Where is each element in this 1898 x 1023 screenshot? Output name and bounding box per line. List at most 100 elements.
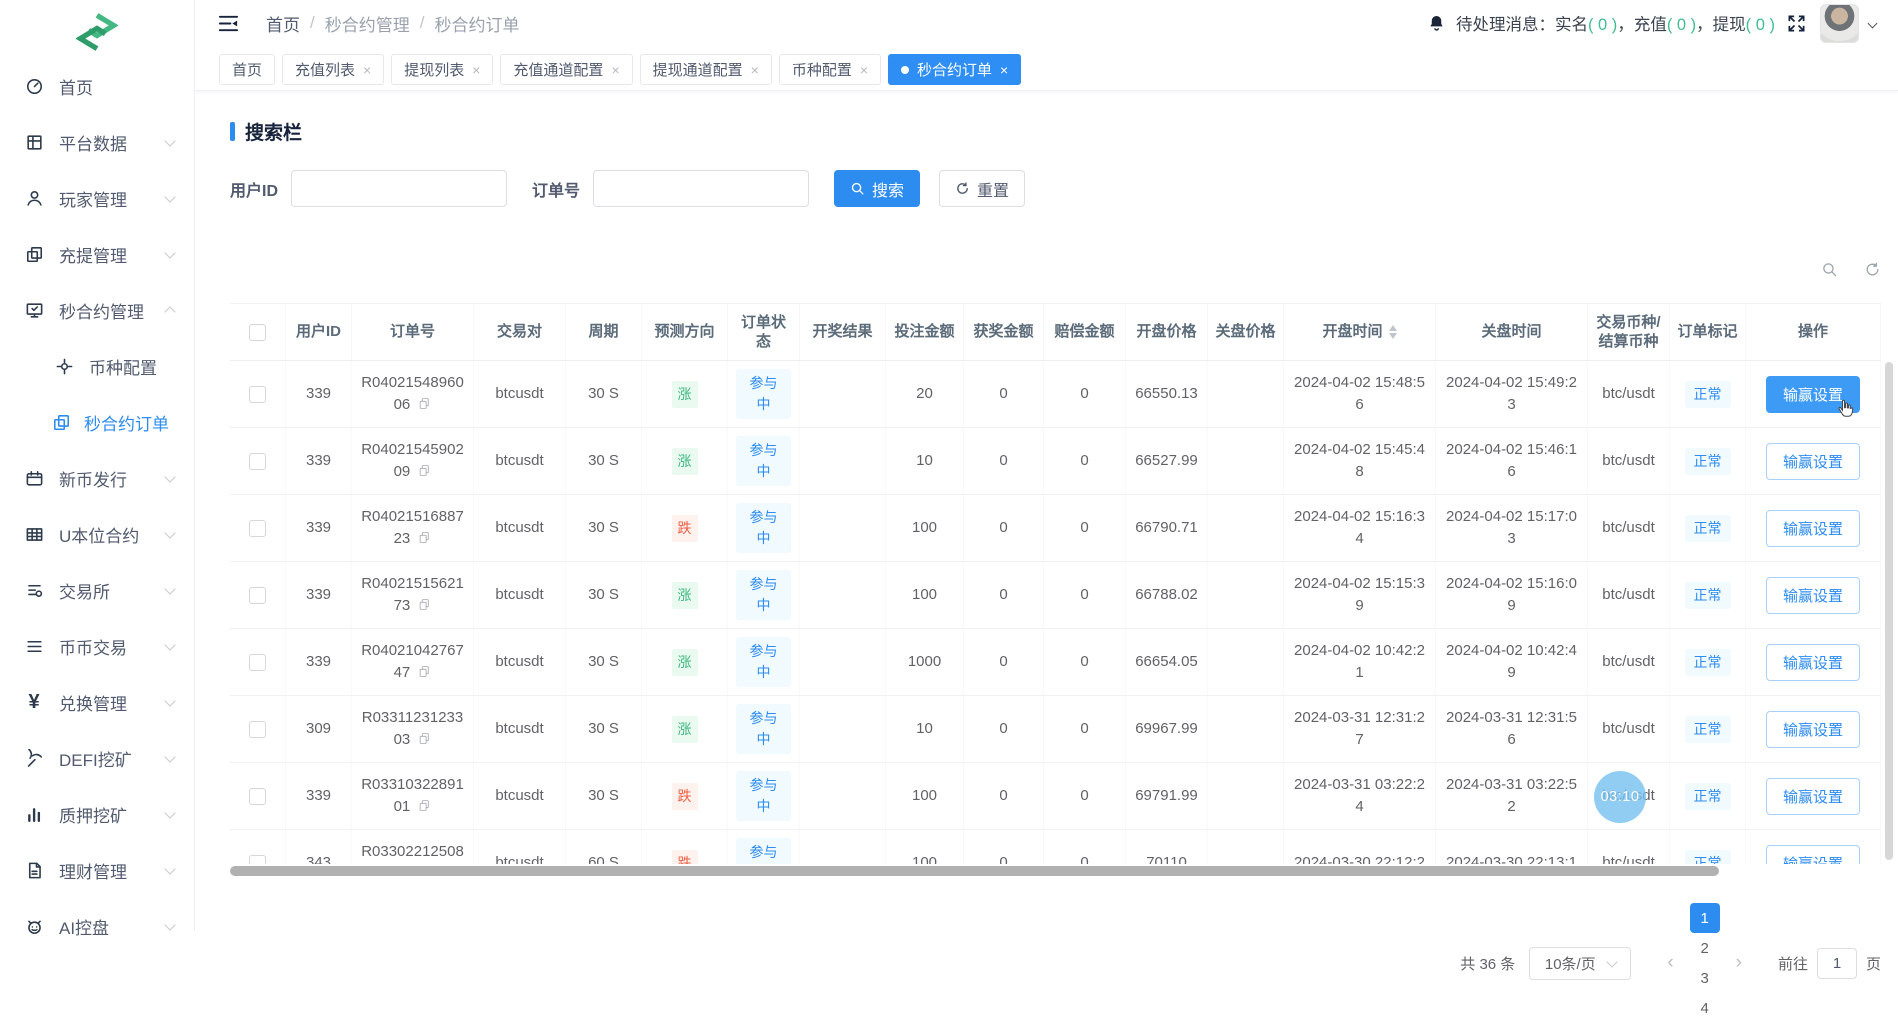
goto-page-input[interactable] <box>1817 948 1857 979</box>
direction-cell: 涨 <box>642 696 728 762</box>
action-cell: 输赢设置 <box>1746 428 1881 494</box>
page-size-select[interactable]: 10条/页 <box>1529 947 1631 980</box>
bet-amount-cell: 100 <box>886 562 964 628</box>
copy-icon[interactable] <box>418 598 431 611</box>
tab-提现通道配置[interactable]: 提现通道配置 × <box>640 54 772 85</box>
table-header-row: 用户ID订单号交易对周期预测方向订单状态开奖结果投注金额获奖金额赔偿金额开盘价格… <box>230 304 1881 361</box>
sidebar-item-ai-control[interactable]: AI控盘 <box>0 898 194 954</box>
tab-秒合约订单[interactable]: 秒合约订单 × <box>888 54 1021 85</box>
bet-amount-cell: 10 <box>886 696 964 762</box>
sidebar-item-platform-data[interactable]: 平台数据 <box>0 114 194 170</box>
prev-page-button[interactable]: ‹ <box>1657 952 1683 974</box>
win-lose-settings-button[interactable]: 输赢设置 <box>1766 778 1860 815</box>
next-page-button[interactable]: › <box>1726 952 1752 974</box>
search-form: 用户ID 订单号 搜索 重置 <box>230 170 1898 207</box>
win-lose-settings-button[interactable]: 输赢设置 <box>1766 711 1860 748</box>
close-icon[interactable]: × <box>472 63 480 77</box>
horizontal-scrollbar[interactable] <box>230 866 1719 876</box>
sidebar-item-second-contract[interactable]: 秒合约管理 <box>0 282 194 338</box>
avatar[interactable] <box>1820 4 1859 43</box>
fullscreen-icon[interactable] <box>1787 14 1806 33</box>
copy-icon[interactable] <box>418 799 431 812</box>
coin-pair-cell: btc/usdt <box>1588 495 1670 561</box>
close-price-cell <box>1208 763 1284 829</box>
sidebar-item-defi-mining[interactable]: DEFI挖矿 <box>0 730 194 786</box>
search-input-订单号[interactable] <box>593 170 809 207</box>
checkbox-cell <box>230 629 286 695</box>
close-icon[interactable]: × <box>363 63 371 77</box>
column-header-交易对: 交易对 <box>474 304 566 360</box>
win-lose-settings-button[interactable]: 输赢设置 <box>1766 510 1860 547</box>
order-mark-cell: 正常 <box>1670 629 1746 695</box>
copy-icon[interactable] <box>418 531 431 544</box>
period-cell: 30 S <box>566 361 642 427</box>
row-checkbox[interactable] <box>249 788 266 805</box>
win-lose-settings-button[interactable]: 输赢设置 <box>1766 644 1860 681</box>
order-mark-cell: 正常 <box>1670 428 1746 494</box>
sidebar-item-wealth[interactable]: 理财管理 <box>0 842 194 898</box>
row-checkbox[interactable] <box>249 453 266 470</box>
column-header-开盘时间[interactable]: 开盘时间 <box>1284 304 1436 360</box>
row-checkbox[interactable] <box>249 386 266 403</box>
sidebar-collapse-icon[interactable] <box>217 12 240 35</box>
tab-币种配置[interactable]: 币种配置 × <box>779 54 881 85</box>
close-icon[interactable]: × <box>1000 63 1008 77</box>
status-badge: 参与中 <box>736 369 791 419</box>
copy-icon[interactable] <box>418 665 431 678</box>
win-lose-settings-button[interactable]: 输赢设置 <box>1766 577 1860 614</box>
bell-icon[interactable] <box>1427 14 1446 33</box>
sidebar-item-new-coin[interactable]: 新币发行 <box>0 450 194 506</box>
sidebar-item-home[interactable]: 首页 <box>0 58 194 114</box>
pending-messages: 待处理消息：实名( 0 )，充值( 0 )，提现( 0 ) <box>1456 11 1775 35</box>
sort-icon[interactable] <box>1389 325 1397 339</box>
sidebar-item-coin-config[interactable]: 币种配置 <box>0 338 194 394</box>
action-cell: 输赢设置 <box>1746 830 1881 864</box>
copy-icon[interactable] <box>418 397 431 410</box>
copy-icon[interactable] <box>418 464 431 477</box>
sidebar-item-exchange[interactable]: 交易所 <box>0 562 194 618</box>
win-lose-settings-button[interactable]: 输赢设置 <box>1766 845 1860 865</box>
order-mark-cell: 正常 <box>1670 495 1746 561</box>
vertical-scrollbar[interactable] <box>1885 362 1893 860</box>
close-icon[interactable]: × <box>751 63 759 77</box>
sidebar-item-player-mgmt[interactable]: 玩家管理 <box>0 170 194 226</box>
page-button-1[interactable]: 1 <box>1690 903 1720 933</box>
row-checkbox[interactable] <box>249 654 266 671</box>
win-lose-settings-button[interactable]: 输赢设置 <box>1766 443 1860 480</box>
close-icon[interactable]: × <box>860 63 868 77</box>
search-button[interactable]: 搜索 <box>834 170 920 207</box>
sidebar-item-swap-mgmt[interactable]: ¥ 兑换管理 <box>0 674 194 730</box>
search-input-用户ID[interactable] <box>291 170 507 207</box>
row-checkbox[interactable] <box>249 587 266 604</box>
sidebar-item-deposit-withdraw[interactable]: 充提管理 <box>0 226 194 282</box>
status-cell: 参与中 <box>728 763 800 829</box>
tab-首页[interactable]: 首页 × <box>219 54 275 85</box>
period-cell: 30 S <box>566 696 642 762</box>
tab-提现列表[interactable]: 提现列表 × <box>391 54 493 85</box>
row-checkbox[interactable] <box>249 520 266 537</box>
chevron-down-icon[interactable] <box>1868 18 1878 28</box>
sidebar-item-label: DEFI挖矿 <box>59 746 166 771</box>
select-all-checkbox[interactable] <box>249 324 266 341</box>
sidebar-item-second-contract-orders[interactable]: 秒合约订单 <box>0 394 194 450</box>
reset-button[interactable]: 重置 <box>939 170 1025 207</box>
table-refresh-icon[interactable] <box>1864 261 1881 278</box>
sidebar-item-staking[interactable]: 质押挖矿 <box>0 786 194 842</box>
breadcrumb-item[interactable]: 首页 <box>266 11 300 36</box>
tab-充值列表[interactable]: 充值列表 × <box>282 54 384 85</box>
page-button-3[interactable]: 3 <box>1690 963 1720 993</box>
row-checkbox[interactable] <box>249 855 266 865</box>
breadcrumb-item[interactable]: 秒合约管理 <box>325 11 410 36</box>
direction-badge: 涨 <box>672 716 698 743</box>
page-button-4[interactable]: 4 <box>1690 993 1720 1023</box>
sidebar-item-u-contract[interactable]: U本位合约 <box>0 506 194 562</box>
sidebar-item-coin-trade[interactable]: 币币交易 <box>0 618 194 674</box>
copy-icon[interactable] <box>418 732 431 745</box>
table-search-icon[interactable] <box>1821 261 1838 278</box>
tab-充值通道配置[interactable]: 充值通道配置 × <box>500 54 632 85</box>
page-button-2[interactable]: 2 <box>1690 933 1720 963</box>
win-lose-settings-button[interactable]: 输赢设置 <box>1766 376 1860 413</box>
close-icon[interactable]: × <box>611 63 619 77</box>
row-checkbox[interactable] <box>249 721 266 738</box>
direction-cell: 涨 <box>642 629 728 695</box>
